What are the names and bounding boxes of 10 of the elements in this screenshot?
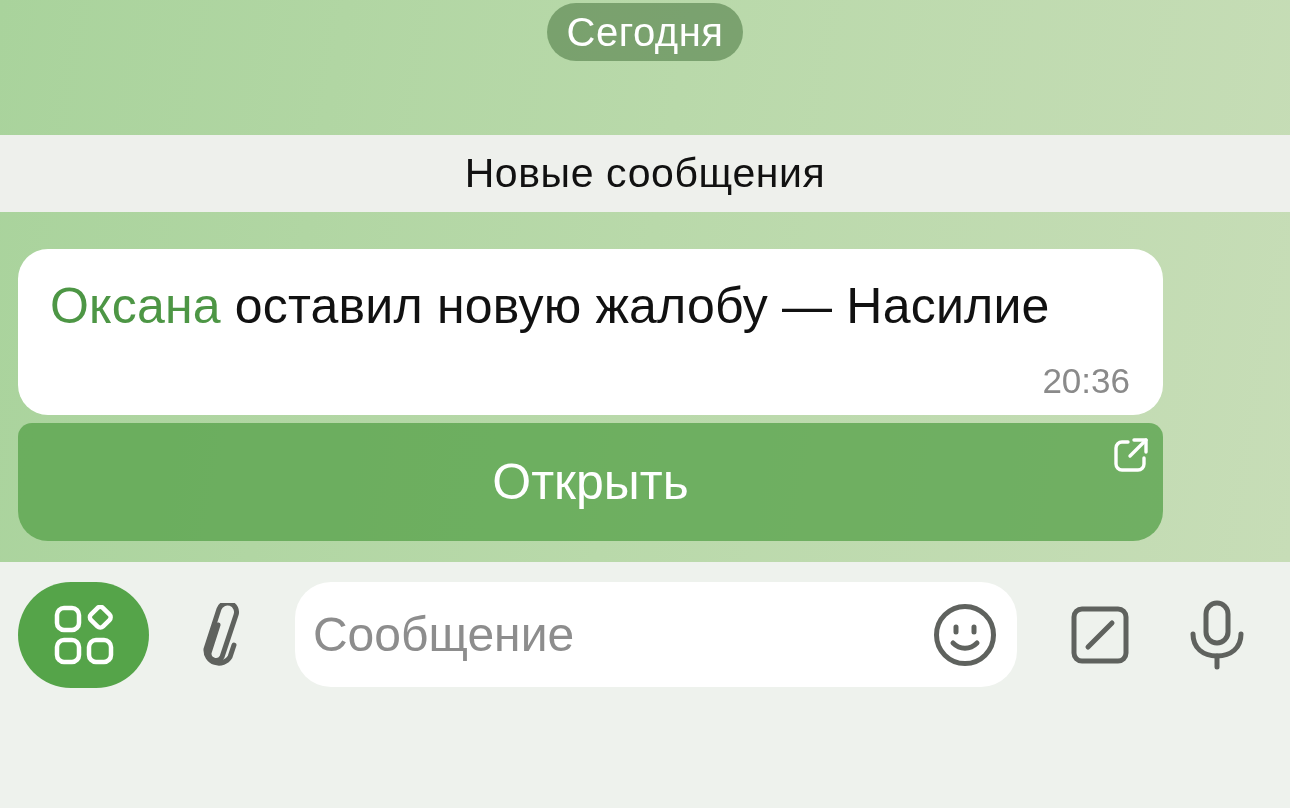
message-text: Оксана оставил новую жалобу — Насилие <box>50 277 1050 336</box>
apps-grid-icon <box>53 605 114 665</box>
message-input[interactable]: Сообщение <box>294 582 1017 687</box>
date-label: Сегодня <box>546 3 744 61</box>
microphone-icon <box>1189 600 1246 670</box>
open-button[interactable]: Открыть <box>18 423 1163 541</box>
message-time: 20:36 <box>1042 360 1130 401</box>
emoji-icon[interactable] <box>932 603 997 667</box>
slash-square-icon <box>1070 606 1129 664</box>
external-link-icon <box>1113 437 1149 473</box>
